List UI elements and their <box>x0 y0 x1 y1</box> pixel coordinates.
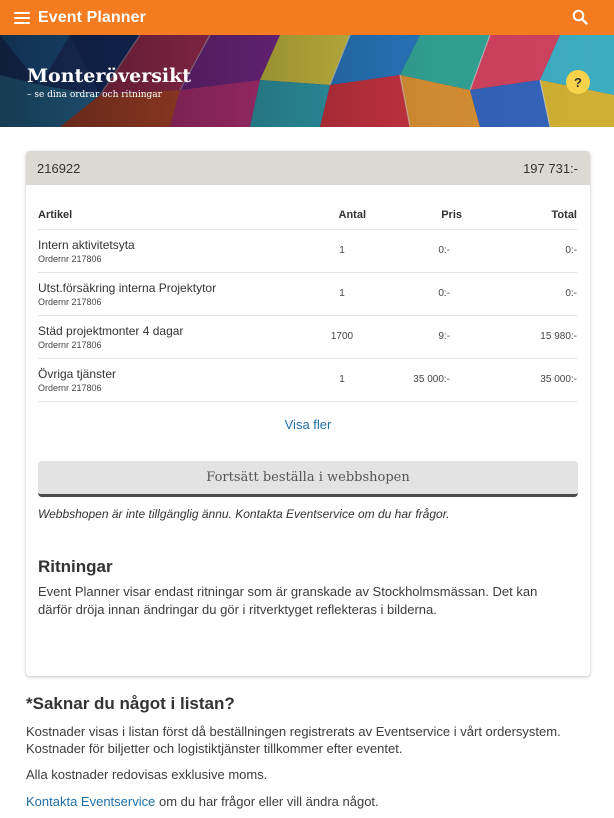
top-app-bar: Event Planner <box>0 0 614 35</box>
page-subtitle: – se dina ordrar och ritningar <box>27 90 162 100</box>
article-name: Övriga tjänster <box>38 366 117 381</box>
webshop-note: Webbshopen är inte tillgänglig ännu. Kon… <box>38 507 450 521</box>
column-header-quantity: Antal <box>258 201 366 230</box>
article-price: 0:- <box>366 229 462 273</box>
column-header-article: Artikel <box>38 201 258 230</box>
order-card-header: 216922 197 731:- <box>26 151 590 185</box>
article-order-number: Ordernr 217806 <box>38 296 102 307</box>
hamburger-menu-icon[interactable] <box>14 11 30 24</box>
contact-text: om du har frågor eller vill ändra något. <box>155 794 379 809</box>
missing-paragraph-contact: Kontakta Eventservice om du har frågor e… <box>26 794 379 809</box>
article-quantity: 1 <box>258 358 366 402</box>
order-total: 197 731:- <box>523 160 578 176</box>
column-header-price: Pris <box>366 201 462 230</box>
continue-webshop-button[interactable]: Fortsätt beställa i webbshopen <box>38 461 578 497</box>
article-quantity: 1700 <box>258 315 366 359</box>
article-price: 0:- <box>366 272 462 316</box>
article-quantity: 1 <box>258 272 366 316</box>
page-title: Monteröversikt <box>27 65 192 87</box>
article-name: Städ projektmonter 4 dagar <box>38 323 184 338</box>
order-card: 216922 197 731:- Artikel Antal Pris Tota… <box>26 151 590 676</box>
table-row: Övriga tjänster Ordernr 217806 1 35 000:… <box>38 358 577 402</box>
article-order-number: Ordernr 217806 <box>38 253 102 264</box>
missing-heading: *Saknar du något i listan? <box>26 694 235 713</box>
table-row: Intern aktivitetsyta Ordernr 217806 1 0:… <box>38 229 577 273</box>
drawings-description: Event Planner visar endast ritningar som… <box>38 584 538 617</box>
article-name: Intern aktivitetsyta <box>38 237 135 252</box>
article-order-number: Ordernr 217806 <box>38 339 102 350</box>
article-order-number: Ordernr 217806 <box>38 382 102 393</box>
article-name: Utst.försäkring interna Projektytor <box>38 280 217 295</box>
table-row: Utst.försäkring interna Projektytor Orde… <box>38 272 577 316</box>
drawings-heading: Ritningar <box>38 557 113 576</box>
table-header-row: Artikel Antal Pris Total <box>38 201 577 230</box>
order-items-table: Artikel Antal Pris Total Intern aktivite… <box>38 201 577 402</box>
order-number: 216922 <box>37 160 81 176</box>
article-total: 15 980:- <box>462 315 577 359</box>
article-price: 35 000:- <box>366 358 462 402</box>
column-header-total: Total <box>462 201 577 230</box>
app-title: Event Planner <box>38 8 147 26</box>
missing-paragraph-vat: Alla kostnader redovisas exklusive moms. <box>26 767 268 782</box>
question-icon: ? <box>574 74 582 90</box>
show-more-link[interactable]: Visa fler <box>26 417 590 432</box>
search-icon[interactable] <box>572 9 588 25</box>
article-total: 35 000:- <box>462 358 577 402</box>
article-quantity: 1 <box>258 229 366 273</box>
missing-paragraph-costs: Kostnader visas i listan först då bestäl… <box>26 724 561 756</box>
article-total: 0:- <box>462 272 577 316</box>
hero-banner: Monteröversikt – se dina ordrar och ritn… <box>0 35 614 127</box>
article-total: 0:- <box>462 229 577 273</box>
contact-eventservice-link[interactable]: Kontakta Eventservice <box>26 794 155 809</box>
article-price: 9:- <box>366 315 462 359</box>
table-row: Städ projektmonter 4 dagar Ordernr 21780… <box>38 315 577 359</box>
help-button[interactable]: ? <box>566 70 590 94</box>
